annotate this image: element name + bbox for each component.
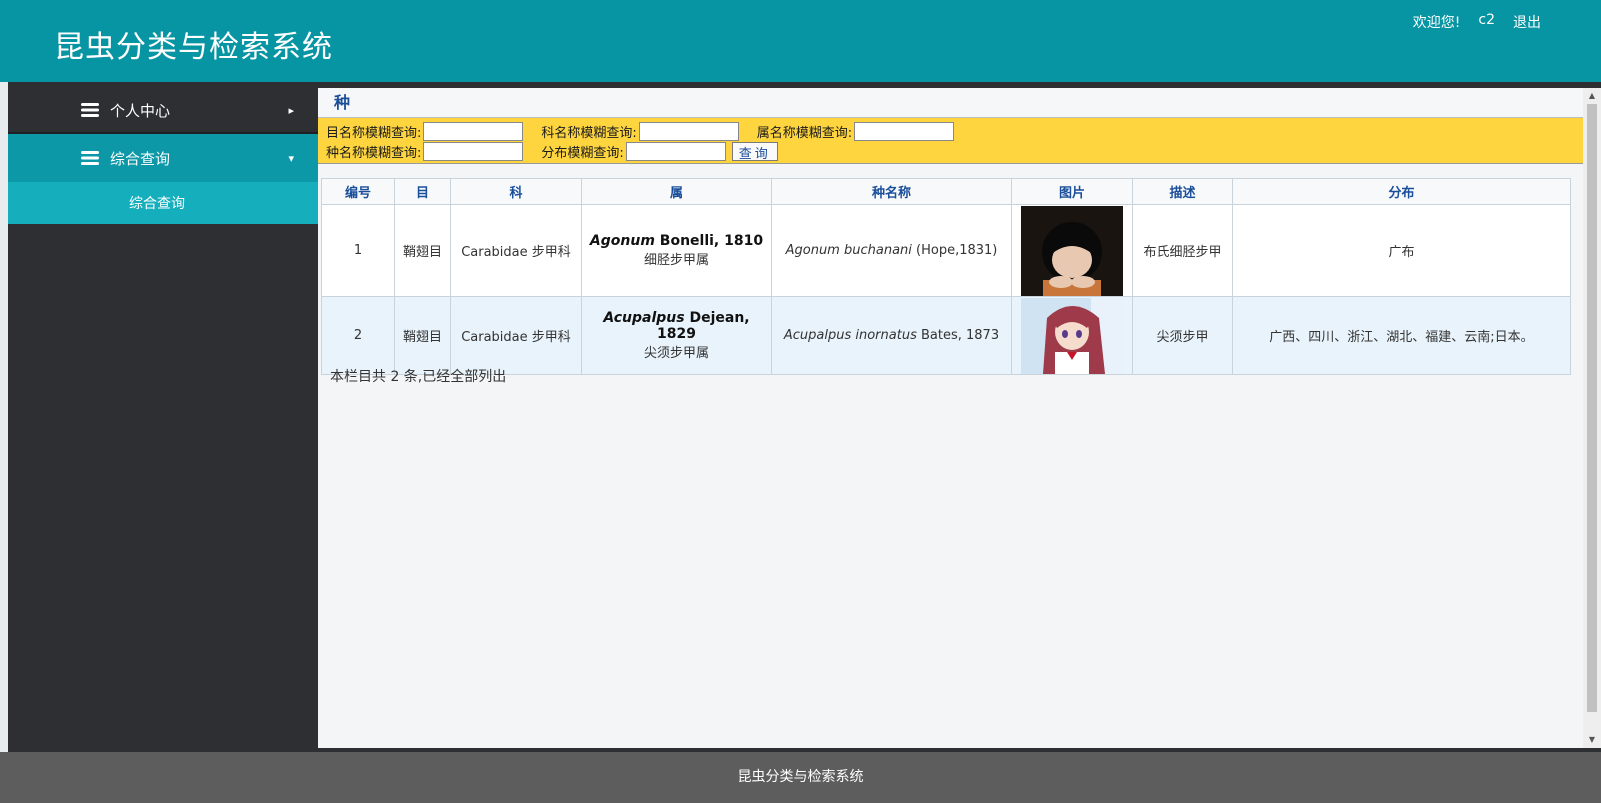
species-author: (Hope,1831) <box>916 243 998 258</box>
order-search-label: 目名称模糊查询: <box>326 126 422 141</box>
cell-distribution: 广西、四川、浙江、湖北、福建、云南;日本。 <box>1232 296 1571 375</box>
caret-down-icon: ▾ <box>288 151 294 165</box>
cell-distribution: 广布 <box>1232 204 1571 297</box>
distribution-search-label: 分布模糊查询: <box>541 146 624 161</box>
footer: 昆虫分类与检索系统 <box>0 752 1601 803</box>
genus-author: Bonelli, 1810 <box>659 233 764 249</box>
username: c2 <box>1478 12 1495 28</box>
column-header: 属 <box>581 178 772 205</box>
scroll-down-icon[interactable]: ▼ <box>1583 732 1601 748</box>
species-author: Bates, 1873 <box>921 328 1000 343</box>
order-search-input[interactable] <box>423 122 524 141</box>
species-search-label: 种名称模糊查询: <box>326 146 422 161</box>
cell-species: Agonum buchanani (Hope,1831) <box>771 204 1012 297</box>
table-row[interactable]: 1 鞘翅目 Carabidae 步甲科 Agonum Bonelli, 1810… <box>321 204 1571 297</box>
logout-link[interactable]: 退出 <box>1513 12 1541 32</box>
search-row: 种名称模糊查询: 分布模糊查询: 查询 <box>326 142 778 161</box>
main-content: 种 目名称模糊查询: 科名称模糊查询: 属名称模糊查询: 种名称模糊查询: 分布… <box>318 88 1583 748</box>
dark-haired-boy-image[interactable] <box>1021 205 1123 296</box>
table-header-row: 编号 目 科 属 种名称 图片 描述 分布 <box>321 178 1571 205</box>
family-search-label: 科名称模糊查询: <box>541 126 637 141</box>
sidebar-item-label: 个人中心 <box>110 101 171 120</box>
cell-id: 2 <box>321 296 395 375</box>
section-title: 种 <box>318 88 1583 118</box>
frame-border <box>0 82 8 752</box>
column-header: 种名称 <box>771 178 1012 205</box>
vertical-scrollbar[interactable]: ▲ ▼ <box>1583 88 1601 748</box>
cell-family: Carabidae 步甲科 <box>450 204 582 297</box>
genus-chinese: 尖须步甲属 <box>643 346 709 361</box>
search-row: 目名称模糊查询: 科名称模糊查询: 属名称模糊查询: <box>326 122 955 141</box>
scrollbar-thumb[interactable] <box>1587 104 1597 712</box>
genus-search-label: 属名称模糊查询: <box>756 126 853 141</box>
cell-image <box>1011 296 1133 375</box>
species-table: 编号 目 科 属 种名称 图片 描述 分布 1 鞘翅目 Carabidae 步甲… <box>321 178 1571 375</box>
cell-genus: Agonum Bonelli, 1810 细胫步甲属 <box>581 204 772 297</box>
layers-icon <box>81 103 99 117</box>
column-header: 分布 <box>1232 178 1571 205</box>
distribution-search-input[interactable] <box>625 142 726 161</box>
app-title: 昆虫分类与检索系统 <box>54 30 333 65</box>
submenu-item-comprehensive-query[interactable]: 综合查询 <box>8 182 318 224</box>
search-button[interactable]: 查询 <box>731 142 778 161</box>
column-header: 目 <box>394 178 451 205</box>
column-header: 描述 <box>1132 178 1233 205</box>
genus-latin: Acupalpus <box>603 310 685 326</box>
species-latin: Agonum buchanani <box>785 243 912 258</box>
header: 昆虫分类与检索系统 欢迎您! c2 退出 <box>0 0 1601 82</box>
record-count-note: 本栏目共 2 条,已经全部列出 <box>330 369 507 385</box>
sidebar-item-label: 综合查询 <box>110 149 171 168</box>
cell-species: Acupalpus inornatus Bates, 1873 <box>771 296 1012 375</box>
table-row[interactable]: 2 鞘翅目 Carabidae 步甲科 Acupalpus Dejean, 18… <box>321 296 1571 375</box>
cell-image <box>1011 204 1133 297</box>
caret-right-icon: ▸ <box>288 103 294 117</box>
sidebar: 个人中心 ▸ 综合查询 ▾ 综合查询 <box>8 88 318 748</box>
user-bar: 欢迎您! c2 退出 <box>1413 12 1541 32</box>
genus-latin: Agonum <box>589 233 655 249</box>
red-haired-girl-image[interactable] <box>1021 297 1123 374</box>
search-bar: 目名称模糊查询: 科名称模糊查询: 属名称模糊查询: 种名称模糊查询: 分布模糊… <box>318 118 1583 164</box>
app-window: 昆虫分类与检索系统 欢迎您! c2 退出 个人中心 ▸ 综合查询 ▾ 综合查询 … <box>0 0 1601 803</box>
cell-order: 鞘翅目 <box>394 296 451 375</box>
sidebar-item-comprehensive-query[interactable]: 综合查询 ▾ <box>8 134 318 182</box>
genus-name: Agonum Bonelli, 1810 <box>582 233 771 249</box>
family-search-input[interactable] <box>638 122 739 141</box>
cell-id: 1 <box>321 204 395 297</box>
sidebar-item-personal-center[interactable]: 个人中心 ▸ <box>8 88 318 134</box>
species-latin: Acupalpus inornatus <box>783 328 917 343</box>
column-header: 科 <box>450 178 582 205</box>
cell-description: 尖须步甲 <box>1132 296 1233 375</box>
welcome-text: 欢迎您! <box>1412 15 1461 31</box>
scroll-up-icon[interactable]: ▲ <box>1583 88 1601 104</box>
cell-genus: Acupalpus Dejean, 1829 尖须步甲属 <box>581 296 772 375</box>
column-header: 图片 <box>1011 178 1133 205</box>
layers-icon <box>81 151 99 165</box>
genus-search-input[interactable] <box>854 122 955 141</box>
genus-name: Acupalpus Dejean, 1829 <box>582 310 771 342</box>
column-header: 编号 <box>321 178 395 205</box>
cell-description: 布氏细胫步甲 <box>1132 204 1233 297</box>
cell-family: Carabidae 步甲科 <box>450 296 582 375</box>
genus-chinese: 细胫步甲属 <box>643 253 709 268</box>
cell-order: 鞘翅目 <box>394 204 451 297</box>
species-search-input[interactable] <box>423 142 524 161</box>
